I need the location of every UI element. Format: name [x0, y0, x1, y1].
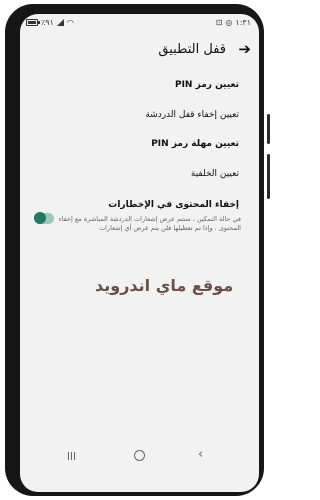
status-right: ⊡ ◎ ١:٣١	[216, 18, 251, 27]
recent-apps-icon[interactable]	[68, 452, 75, 460]
signal-icon	[56, 19, 64, 26]
setting-hide-notification-content[interactable]: إخفاء المحتوى في الإخطارات	[108, 200, 239, 210]
screen: ٪٩١ ◠ ⊡ ◎ ١:٣١ ➔ قفل التطبيق تعيين رمز P…	[20, 14, 259, 492]
volume-button	[267, 114, 270, 144]
status-bar: ٪٩١ ◠ ⊡ ◎ ١:٣١	[20, 14, 259, 32]
navigation-bar: ‹	[20, 444, 259, 474]
app-header: ➔ قفل التطبيق	[20, 36, 259, 66]
page-title: قفل التطبيق	[158, 42, 226, 57]
hide-content-toggle[interactable]	[34, 212, 54, 224]
watermark: موقع ماي اندرويد	[95, 276, 234, 295]
wifi-icon: ◠	[66, 18, 74, 27]
arrow-right-icon[interactable]: ➔	[238, 40, 251, 58]
setting-set-pin[interactable]: تعيين رمز PIN	[175, 80, 239, 90]
phone-frame: ٪٩١ ◠ ⊡ ◎ ١:٣١ ➔ قفل التطبيق تعيين رمز P…	[5, 4, 270, 496]
battery-percent: ٪٩١	[41, 18, 54, 27]
setting-pin-timeout[interactable]: تعيين مهلة رمز PIN	[151, 139, 239, 149]
message-icon: ⊡	[215, 18, 223, 27]
status-left: ٪٩١ ◠	[26, 18, 74, 27]
home-icon[interactable]	[134, 450, 145, 461]
whatsapp-icon: ◎	[225, 18, 233, 27]
setting-background[interactable]: تعيين الخلفية	[191, 169, 239, 179]
power-button	[267, 154, 270, 199]
back-chevron-icon[interactable]: ‹	[198, 447, 203, 462]
toggle-knob[interactable]	[34, 212, 46, 224]
setting-description: في حالة التمكين ، ستتم عرض إشعارات الدرد…	[58, 215, 241, 232]
setting-hide-chat-lock[interactable]: تعيين إخفاء قفل الدردشة	[145, 110, 239, 120]
battery-icon	[26, 19, 40, 26]
time: ١:٣١	[235, 18, 251, 27]
